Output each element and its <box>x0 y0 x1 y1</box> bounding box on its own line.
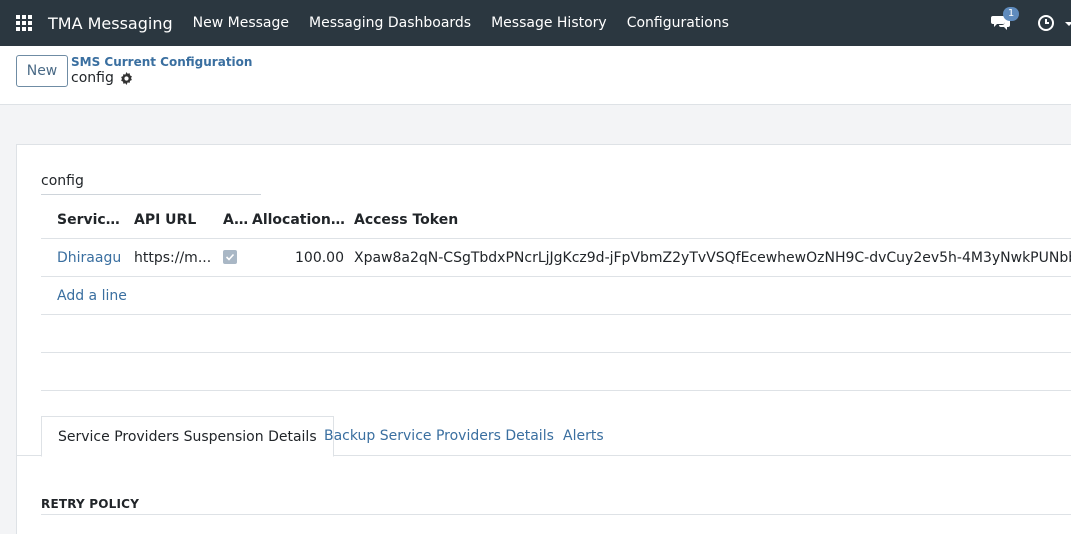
add-line-link[interactable]: Add a line <box>41 288 127 304</box>
cell-api-url[interactable]: https://m... <box>130 250 219 266</box>
table-row[interactable]: Dhiraagu https://m... 100.00 Xpaw8a2qN-C… <box>41 239 1071 277</box>
active-checkbox[interactable] <box>223 249 237 264</box>
activity-clock-icon[interactable] <box>1037 14 1055 32</box>
header-service-provider[interactable]: Service Pr... <box>41 212 130 228</box>
menu-message-history[interactable]: Message History <box>491 15 607 31</box>
app-brand[interactable]: TMA Messaging <box>48 14 173 33</box>
tab-suspension-details[interactable]: Service Providers Suspension Details <box>41 416 334 457</box>
notebook-tabs: Service Providers Suspension Details Bac… <box>17 416 1071 457</box>
gear-icon[interactable] <box>120 71 133 85</box>
add-line-row: Add a line <box>41 277 1071 315</box>
breadcrumb-parent[interactable]: SMS Current Configuration <box>71 55 252 69</box>
cell-access-token[interactable]: Xpaw8a2qN-CSgTbdxPNcrLjJgKcz9d-jFpVbmZ2y… <box>350 250 1071 266</box>
header-access-token[interactable]: Access Token <box>350 212 1071 228</box>
messages-icon[interactable]: 1 <box>991 7 1019 33</box>
menu-new-message[interactable]: New Message <box>193 15 289 31</box>
cell-active[interactable] <box>219 249 248 266</box>
messages-count-badge: 1 <box>1003 7 1019 21</box>
section-divider <box>41 514 1071 515</box>
record-title-label: config <box>71 70 114 86</box>
empty-row <box>41 353 1071 391</box>
table-header-row: Service Pr... API URL A.. Allocation P..… <box>41 201 1071 239</box>
cell-allocation[interactable]: 100.00 <box>248 250 350 266</box>
cell-provider[interactable]: Dhiraagu <box>41 250 130 266</box>
empty-row <box>41 315 1071 353</box>
header-active[interactable]: A.. <box>219 212 248 228</box>
top-navbar: TMA Messaging New Message Messaging Dash… <box>0 0 1071 46</box>
menu-messaging-dashboards[interactable]: Messaging Dashboards <box>309 15 471 31</box>
name-field[interactable]: config <box>41 171 261 195</box>
tab-alerts[interactable]: Alerts <box>547 416 620 456</box>
section-title-retry-policy: RETRY POLICY <box>41 497 140 511</box>
tab-backup-providers[interactable]: Backup Service Providers Details <box>308 416 570 456</box>
apps-menu-icon[interactable] <box>0 0 48 46</box>
header-allocation[interactable]: Allocation P... <box>248 212 350 228</box>
record-title: config <box>71 70 133 86</box>
control-panel: New SMS Current Configuration config <box>0 46 1071 105</box>
providers-table: Service Pr... API URL A.. Allocation P..… <box>41 201 1071 391</box>
user-menu-caret-icon[interactable] <box>1065 14 1071 32</box>
form-sheet: config Service Pr... API URL A.. Allocat… <box>16 144 1071 534</box>
menu-configurations[interactable]: Configurations <box>627 15 729 31</box>
header-api-url[interactable]: API URL <box>130 212 219 228</box>
new-button[interactable]: New <box>16 55 68 87</box>
